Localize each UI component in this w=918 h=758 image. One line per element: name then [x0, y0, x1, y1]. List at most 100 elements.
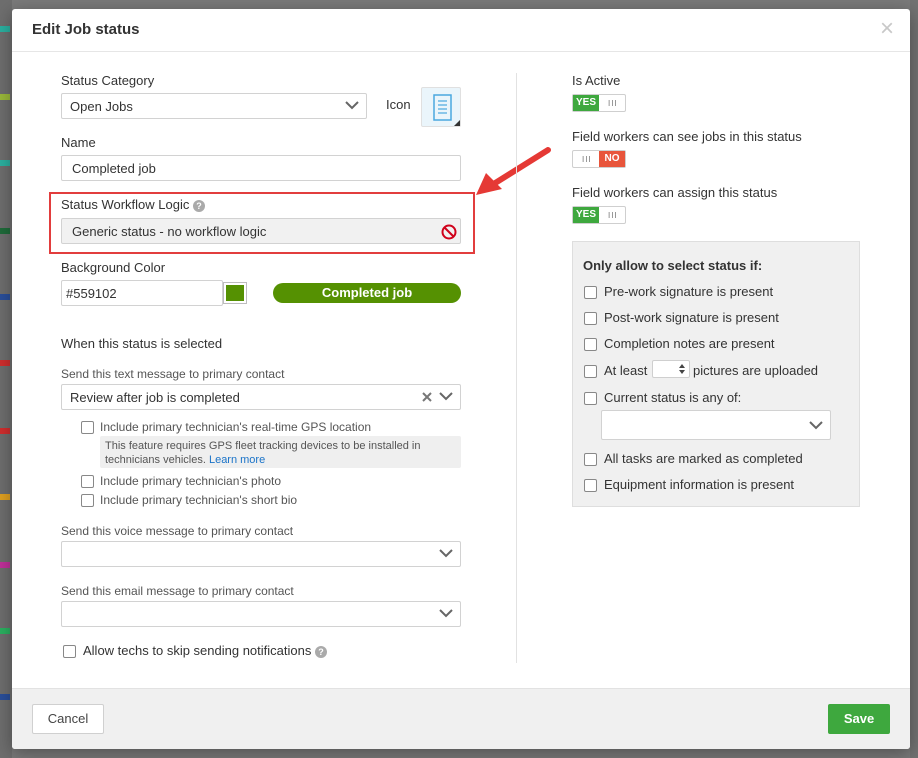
background-marker [0, 94, 10, 100]
pictures-count-stepper[interactable] [652, 360, 690, 378]
workflow-label: Status Workflow Logic ? [61, 197, 205, 212]
background-marker [0, 228, 10, 234]
dialog-footer: Cancel Save [12, 688, 910, 749]
is-active-label: Is Active [572, 73, 621, 88]
condition-label: Completion notes are present [604, 336, 775, 351]
status-icon-picker[interactable] [421, 87, 461, 127]
is-active-toggle[interactable]: YES III [572, 94, 626, 112]
skip-notifications-checkbox[interactable] [63, 645, 76, 658]
condition-checkbox[interactable] [584, 479, 597, 492]
bio-option-label: Include primary technician's short bio [100, 493, 298, 507]
edit-job-status-dialog: Edit Job status × Status Category Open J… [12, 9, 910, 749]
color-swatch-button[interactable] [223, 282, 247, 304]
conditions-title: Only allow to select status if: [583, 258, 763, 273]
can-see-label: Field workers can see jobs in this statu… [572, 129, 802, 144]
can-assign-label: Field workers can assign this status [572, 185, 778, 200]
chevron-down-icon [809, 421, 823, 430]
condition-label: Current status is any of: [604, 390, 742, 405]
name-value: Completed job [72, 161, 156, 176]
red-arrow-annotation [476, 147, 551, 195]
condition-label: Equipment information is present [604, 477, 795, 492]
background-marker [0, 628, 10, 634]
toggle-no: NO [599, 151, 625, 167]
background-marker [0, 26, 10, 32]
background-marker [0, 360, 10, 366]
close-icon[interactable]: × [880, 17, 894, 41]
dialog-title: Edit Job status [32, 21, 140, 38]
text-message-select[interactable]: Review after job is completed [61, 384, 461, 410]
save-button[interactable]: Save [828, 704, 890, 734]
skip-notifications-text: Allow techs to skip sending notification… [83, 643, 312, 658]
workflow-select[interactable]: Generic status - no workflow logic [61, 218, 461, 244]
clear-x-icon[interactable] [420, 390, 434, 404]
gps-info-note: This feature requires GPS fleet tracking… [100, 436, 461, 468]
skip-notifications-label: Allow techs to skip sending notification… [83, 643, 327, 658]
background-marker [0, 562, 10, 568]
learn-more-link[interactable]: Learn more [209, 454, 265, 466]
toggle-grip: III [608, 211, 618, 220]
chevron-down-icon [439, 392, 453, 401]
when-selected-heading: When this status is selected [61, 336, 223, 351]
toggle-grip: III [608, 99, 618, 108]
condition-checkbox[interactable] [584, 392, 597, 405]
email-message-select[interactable] [61, 601, 461, 627]
chevron-down-icon [439, 609, 453, 618]
photo-option-label: Include primary technician's photo [100, 474, 282, 488]
gps-option-label: Include primary technician's real-time G… [100, 420, 372, 434]
bg-color-value: #559102 [66, 286, 117, 301]
can-see-toggle[interactable]: III NO [572, 150, 626, 168]
bg-color-input[interactable]: #559102 [61, 280, 223, 306]
current-status-select[interactable] [601, 410, 831, 440]
workflow-label-text: Status Workflow Logic [61, 197, 190, 212]
voice-message-select[interactable] [61, 541, 461, 567]
condition-checkbox[interactable] [584, 338, 597, 351]
help-circle-icon[interactable]: ? [314, 645, 327, 658]
status-category-value: Open Jobs [70, 99, 133, 114]
bio-checkbox[interactable] [81, 494, 94, 507]
gps-checkbox[interactable] [81, 421, 94, 434]
email-message-label: Send this email message to primary conta… [61, 584, 294, 598]
background-marker [0, 160, 10, 166]
status-category-label: Status Category [61, 73, 155, 88]
icon-picker-corner [454, 120, 460, 126]
photo-checkbox[interactable] [81, 475, 94, 488]
name-input[interactable]: Completed job [61, 155, 461, 181]
can-assign-toggle[interactable]: YES III [572, 206, 626, 224]
color-swatch-fill [226, 285, 244, 301]
no-entry-icon [441, 224, 457, 240]
condition-checkbox[interactable] [584, 365, 597, 378]
background-marker [0, 694, 10, 700]
icon-label: Icon [386, 97, 411, 112]
name-label: Name [61, 135, 96, 150]
condition-checkbox[interactable] [584, 312, 597, 325]
background-marker [0, 428, 10, 434]
text-message-label: Send this text message to primary contac… [61, 367, 285, 381]
condition-label-at-least: At least [604, 363, 648, 378]
stepper-arrows-icon [679, 364, 685, 374]
help-circle-icon[interactable]: ? [193, 199, 205, 212]
condition-label: All tasks are marked as completed [604, 451, 803, 466]
toggle-yes: YES [573, 95, 599, 111]
condition-label: Pre-work signature is present [604, 284, 774, 299]
condition-label-pictures: pictures are uploaded [693, 363, 819, 378]
chevron-down-icon [439, 549, 453, 558]
status-category-select[interactable]: Open Jobs [61, 93, 367, 119]
chevron-down-icon [345, 101, 359, 110]
toggle-yes: YES [573, 207, 599, 223]
background-right-strip [910, 0, 918, 758]
dialog-header: Edit Job status × [12, 9, 910, 52]
toggle-grip: III [582, 155, 592, 164]
background-marker [0, 494, 10, 500]
column-divider [516, 73, 517, 663]
condition-checkbox[interactable] [584, 453, 597, 466]
background-marker [0, 294, 10, 300]
background-left-strip [0, 0, 12, 758]
conditions-panel: Only allow to select status if: Pre-work… [572, 241, 860, 507]
condition-checkbox[interactable] [584, 286, 597, 299]
bg-color-label: Background Color [61, 260, 166, 275]
voice-message-label: Send this voice message to primary conta… [61, 524, 294, 538]
cancel-button[interactable]: Cancel [32, 704, 104, 734]
condition-label: Post-work signature is present [604, 310, 779, 325]
workflow-value: Generic status - no workflow logic [72, 224, 267, 239]
text-message-value: Review after job is completed [70, 390, 240, 405]
